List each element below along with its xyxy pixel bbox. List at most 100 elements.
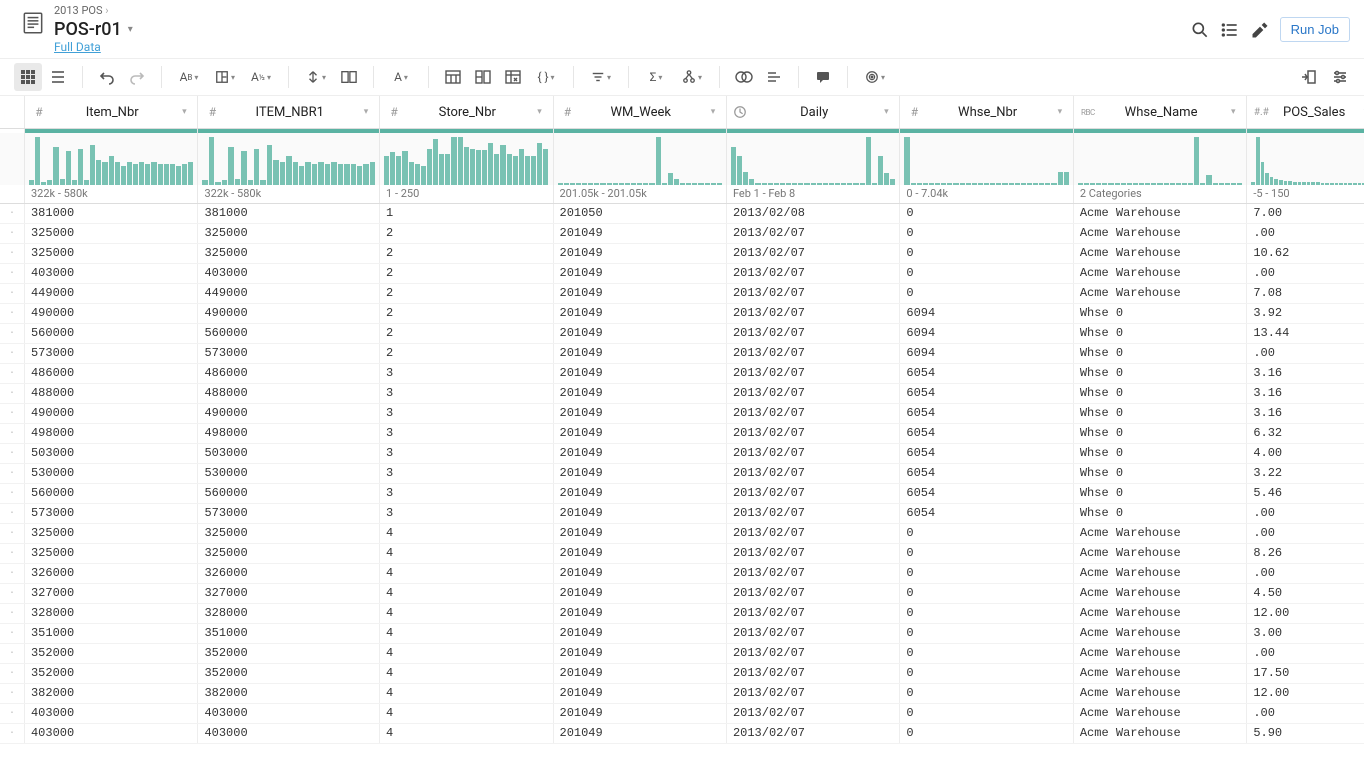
cell[interactable]: .00 bbox=[1247, 503, 1364, 523]
cell[interactable]: 7.08 bbox=[1247, 283, 1364, 303]
cell[interactable]: Acme Warehouse bbox=[1073, 703, 1246, 723]
cell[interactable]: 6054 bbox=[900, 363, 1073, 383]
cell[interactable]: 2 bbox=[380, 283, 553, 303]
cell[interactable]: 403000 bbox=[24, 263, 197, 283]
cell[interactable]: 4 bbox=[380, 623, 553, 643]
cell[interactable]: 0 bbox=[900, 523, 1073, 543]
cell[interactable]: 2013/02/07 bbox=[726, 503, 899, 523]
cell[interactable]: 328000 bbox=[24, 603, 197, 623]
cell[interactable]: 4 bbox=[380, 703, 553, 723]
cell[interactable]: 201050 bbox=[553, 203, 726, 223]
cell[interactable]: 201049 bbox=[553, 483, 726, 503]
cell[interactable]: 325000 bbox=[24, 543, 197, 563]
row-marker[interactable]: · bbox=[0, 603, 24, 623]
breadcrumb[interactable]: 2013 POS › bbox=[54, 4, 133, 17]
cell[interactable]: 0 bbox=[900, 623, 1073, 643]
column-histogram[interactable] bbox=[25, 133, 197, 185]
cell[interactable]: 201049 bbox=[553, 383, 726, 403]
cell[interactable]: 0 bbox=[900, 643, 1073, 663]
column-menu-icon[interactable]: ▾ bbox=[359, 107, 373, 117]
cell[interactable]: 2013/02/07 bbox=[726, 683, 899, 703]
cell[interactable]: 6094 bbox=[900, 343, 1073, 363]
cell[interactable]: 325000 bbox=[198, 223, 380, 243]
eyedropper-icon[interactable] bbox=[1250, 20, 1268, 38]
cell[interactable]: 2013/02/07 bbox=[726, 343, 899, 363]
row-marker[interactable]: · bbox=[0, 703, 24, 723]
cell[interactable]: 490000 bbox=[198, 303, 380, 323]
cell[interactable]: 6054 bbox=[900, 403, 1073, 423]
cell[interactable]: 5.90 bbox=[1247, 723, 1364, 743]
table-button[interactable] bbox=[439, 63, 467, 91]
hierarchy-button[interactable]: ▾ bbox=[675, 63, 709, 91]
cell[interactable]: 12.00 bbox=[1247, 603, 1364, 623]
row-marker[interactable]: · bbox=[0, 363, 24, 383]
cell[interactable]: Whse 0 bbox=[1073, 423, 1246, 443]
cell[interactable]: 3.22 bbox=[1247, 463, 1364, 483]
row-marker[interactable]: · bbox=[0, 583, 24, 603]
table-row[interactable]: ·35100035100042010492013/02/070Acme Ware… bbox=[0, 623, 1364, 643]
cell[interactable]: 0 bbox=[900, 283, 1073, 303]
column-histogram[interactable] bbox=[380, 133, 552, 185]
cell[interactable]: 201049 bbox=[553, 503, 726, 523]
cell[interactable]: Acme Warehouse bbox=[1073, 563, 1246, 583]
cell[interactable]: .00 bbox=[1247, 343, 1364, 363]
cell[interactable]: 351000 bbox=[24, 623, 197, 643]
panel-in-button[interactable] bbox=[1294, 63, 1322, 91]
cell[interactable]: Acme Warehouse bbox=[1073, 723, 1246, 743]
table-row[interactable]: ·35200035200042010492013/02/070Acme Ware… bbox=[0, 643, 1364, 663]
cell[interactable]: 488000 bbox=[198, 383, 380, 403]
row-marker[interactable]: · bbox=[0, 323, 24, 343]
cell[interactable]: 2013/02/07 bbox=[726, 243, 899, 263]
cell[interactable]: Acme Warehouse bbox=[1073, 283, 1246, 303]
cell[interactable]: 325000 bbox=[198, 523, 380, 543]
cell[interactable]: .00 bbox=[1247, 223, 1364, 243]
cell[interactable]: 2013/02/07 bbox=[726, 283, 899, 303]
cell[interactable]: 573000 bbox=[198, 503, 380, 523]
pivot-button[interactable] bbox=[499, 63, 527, 91]
column-header[interactable]: # WM_Week ▾ bbox=[554, 96, 726, 128]
row-marker[interactable]: · bbox=[0, 523, 24, 543]
row-marker[interactable]: · bbox=[0, 543, 24, 563]
cell[interactable]: 6054 bbox=[900, 423, 1073, 443]
cell[interactable]: 2013/02/07 bbox=[726, 663, 899, 683]
cell[interactable]: 201049 bbox=[553, 523, 726, 543]
cell[interactable]: Acme Warehouse bbox=[1073, 663, 1246, 683]
cell[interactable]: 503000 bbox=[198, 443, 380, 463]
cell[interactable]: Whse 0 bbox=[1073, 363, 1246, 383]
table-row[interactable]: ·48800048800032010492013/02/076054Whse 0… bbox=[0, 383, 1364, 403]
cell[interactable]: 2013/02/08 bbox=[726, 203, 899, 223]
cell[interactable]: .00 bbox=[1247, 643, 1364, 663]
group-button[interactable] bbox=[469, 63, 497, 91]
cell[interactable]: 503000 bbox=[24, 443, 197, 463]
table-row[interactable]: ·57300057300032010492013/02/076054Whse 0… bbox=[0, 503, 1364, 523]
cell[interactable]: 325000 bbox=[198, 243, 380, 263]
cell[interactable]: .00 bbox=[1247, 703, 1364, 723]
cell[interactable]: 573000 bbox=[198, 343, 380, 363]
table-row[interactable]: ·44900044900022010492013/02/070Acme Ware… bbox=[0, 283, 1364, 303]
join-button[interactable] bbox=[730, 63, 758, 91]
cell[interactable]: 2013/02/07 bbox=[726, 583, 899, 603]
row-marker[interactable]: · bbox=[0, 303, 24, 323]
table-row[interactable]: ·38200038200042010492013/02/070Acme Ware… bbox=[0, 683, 1364, 703]
cell[interactable]: 4 bbox=[380, 603, 553, 623]
cell[interactable]: 3.00 bbox=[1247, 623, 1364, 643]
cell[interactable]: .00 bbox=[1247, 523, 1364, 543]
undo-button[interactable] bbox=[93, 63, 121, 91]
settings-button[interactable] bbox=[1326, 63, 1354, 91]
column-histogram[interactable] bbox=[1247, 133, 1364, 185]
collapse-button[interactable]: ▾ bbox=[299, 63, 333, 91]
cell[interactable]: 2 bbox=[380, 323, 553, 343]
row-marker[interactable]: · bbox=[0, 483, 24, 503]
table-row[interactable]: ·40300040300022010492013/02/070Acme Ware… bbox=[0, 263, 1364, 283]
cell[interactable]: 6094 bbox=[900, 323, 1073, 343]
cell[interactable]: 201049 bbox=[553, 283, 726, 303]
table-row[interactable]: ·50300050300032010492013/02/076054Whse 0… bbox=[0, 443, 1364, 463]
cell[interactable]: 327000 bbox=[198, 583, 380, 603]
comment-button[interactable] bbox=[809, 63, 837, 91]
row-marker[interactable]: · bbox=[0, 663, 24, 683]
row-marker[interactable]: · bbox=[0, 643, 24, 663]
cell[interactable]: 325000 bbox=[24, 223, 197, 243]
cell[interactable]: 201049 bbox=[553, 603, 726, 623]
column-menu-icon[interactable]: ▾ bbox=[1053, 107, 1067, 117]
cell[interactable]: 486000 bbox=[24, 363, 197, 383]
